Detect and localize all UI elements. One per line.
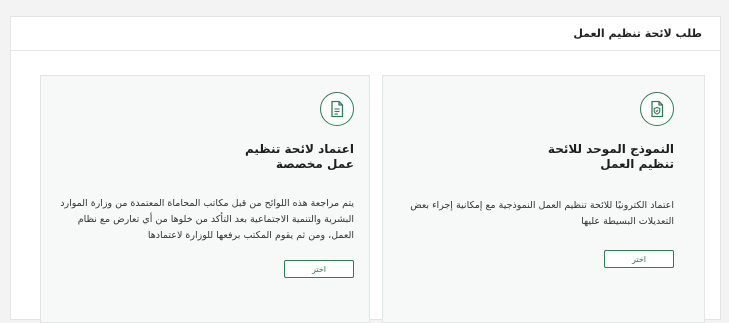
shield-document-icon xyxy=(640,92,674,126)
choose-custom-regulation-button[interactable]: اختر xyxy=(284,260,354,278)
main-panel: طلب لائحة تنظيم العمل النموذج الموحد للا… xyxy=(10,16,721,323)
card-description: يتم مراجعة هذه اللوائح من قبل مكاتب المح… xyxy=(60,198,354,241)
card-title: اعتماد لائحة تنظيم عمل مخصصة xyxy=(244,142,354,171)
choose-unified-template-button[interactable]: اختر xyxy=(604,250,674,268)
card-title: النموذج الموحد للائحة تنظيم العمل xyxy=(547,142,674,171)
document-lines-icon xyxy=(320,92,354,126)
card-description: اعتماد الكترونيًا للائحة تنظيم العمل الن… xyxy=(410,200,674,227)
card-unified-template: النموذج الموحد للائحة تنظيم العمل اعتماد… xyxy=(382,75,705,323)
card-custom-regulation: اعتماد لائحة تنظيم عمل مخصصة يتم مراجعة … xyxy=(40,75,370,323)
page-title: طلب لائحة تنظيم العمل xyxy=(11,17,720,51)
